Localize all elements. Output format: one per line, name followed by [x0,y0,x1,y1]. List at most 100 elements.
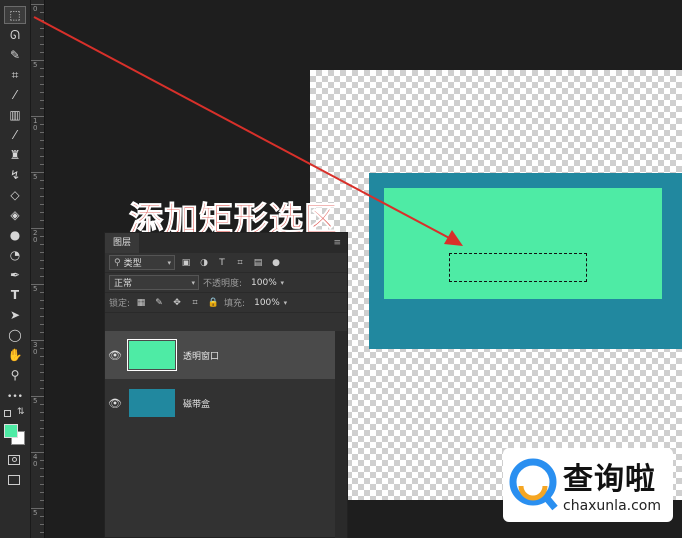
eraser-tool-button[interactable]: ◇ [4,186,26,204]
history-brush-tool-button[interactable]: ↯ [4,166,26,184]
visibility-eye-icon[interactable]: 👁 [105,349,125,362]
image-filter-icon[interactable]: ▣ [179,256,193,270]
type-tool-button[interactable]: T [4,286,26,304]
ruler-tick [40,36,44,37]
layer-row-cassette[interactable]: 👁 磁带盒 [105,379,337,427]
ruler-tick [40,532,44,533]
filter-kind-select[interactable]: ⚲ 类型 ▾ [109,255,175,270]
ruler-tick [40,268,44,269]
ruler-tick [40,132,44,133]
ruler-tick [40,148,44,149]
brush-tool-button[interactable]: ⁄ [4,126,26,144]
ruler-tick [40,236,44,237]
rect-marquee-tool-button[interactable]: ⬚ [4,6,26,24]
eyedropper-tool-button[interactable]: ⁄ [4,86,26,104]
healing-brush-tool-button[interactable]: ▥ [4,106,26,124]
path-select-tool-button[interactable]: ➤ [4,306,26,324]
ruler-number: 5 [33,285,38,293]
panel-menu-icon[interactable]: ≡ [333,238,341,248]
ruler-number: 5 [33,397,38,405]
lock-pixels-icon[interactable]: ✎ [152,296,166,310]
tab-layers[interactable]: 图层 [105,233,140,253]
screen-mode-icon[interactable] [8,475,20,485]
lasso-tool-button[interactable]: ᘏ [4,26,26,44]
lock-position-icon[interactable]: ✥ [170,296,184,310]
blend-mode-select[interactable]: 正常 ▾ [109,275,199,290]
opacity-input[interactable]: 100% ▾ [246,275,288,290]
ruler-tick [40,44,44,45]
quick-mask-icon[interactable] [8,455,20,465]
paint-bucket-icon: ◈ [10,208,20,222]
blur-tool-button[interactable]: ● [4,226,26,244]
ruler-tick [40,292,44,293]
layers-scrollbar[interactable] [335,331,347,538]
quick-select-icon: ✎ [9,48,21,62]
watermark-cn-text: 查询啦 [563,462,656,497]
type-filter-icon[interactable]: T [215,256,229,270]
shape-tool-button[interactable]: ◯ [4,326,26,344]
rect-selection-marquee[interactable] [449,253,587,282]
blend-mode-value: 正常 [114,279,133,289]
layer-row-transparent-window[interactable]: 👁 透明窗口 [105,331,337,379]
ruler-tick [40,316,44,317]
vertical-ruler: 0 5 1 0 5 2 0 5 3 0 5 4 0 5 [31,0,45,538]
zoom-tool-button[interactable]: ⚲ [4,366,26,384]
ruler-tick [40,20,44,21]
fill-input[interactable]: 100% ▾ [249,295,291,310]
ruler-tick [40,348,44,349]
ruler-tick [40,444,44,445]
filter-kind-value: 类型 [123,259,142,269]
quick-select-tool-button[interactable]: ✎ [4,46,26,64]
filter-row: ⚲ 类型 ▾ ▣ ◑ T ⌗ ▤ ● [105,253,347,273]
layers-panel: 图层 ≡ ⚲ 类型 ▾ ▣ ◑ T ⌗ ▤ ● 正常 ▾ 不透明度: 100% … [104,232,348,538]
ruler-tick [40,420,44,421]
ruler-tick [40,412,44,413]
swap-colors-icon[interactable]: ⇅ [17,407,25,417]
ruler-tick [40,372,44,373]
more-tools-button[interactable]: ••• [4,388,26,406]
crop-icon: ⌗ [11,68,19,82]
blur-icon: ● [9,228,21,242]
window-layer-shape[interactable] [384,188,662,299]
clone-stamp-tool-button[interactable]: ♜ [4,146,26,164]
paint-bucket-tool-button[interactable]: ◈ [4,206,26,224]
lock-artboard-icon[interactable]: ⌗ [188,296,202,310]
ruler-tick [40,252,44,253]
ruler-tick [40,428,44,429]
shape-filter-icon[interactable]: ⌗ [233,256,247,270]
ruler-tick [40,468,44,469]
ruler-tick [40,308,44,309]
default-colors-icon[interactable] [4,410,11,417]
filter-toggle-icon[interactable]: ● [269,256,283,270]
layer-name: 磁带盒 [183,399,211,410]
ruler-number: 1 0 [33,117,38,132]
hand-tool-button[interactable]: ✋ [4,346,26,364]
chevron-down-icon: ▾ [191,278,195,287]
lasso-icon: ᘏ [10,28,20,42]
ruler-tick [40,180,44,181]
foreground-color-swatch[interactable] [4,424,18,438]
ruler-number: 3 0 [33,341,38,356]
visibility-eye-icon[interactable]: 👁 [105,397,125,410]
ruler-tick [40,204,44,205]
layer-name: 透明窗口 [183,351,220,362]
pen-tool-button[interactable]: ✒ [4,266,26,284]
crop-tool-button[interactable]: ⌗ [4,66,26,84]
chevron-down-icon: ▾ [283,298,288,307]
ruler-tick [40,12,44,13]
ruler-tick [40,476,44,477]
ruler-tick [40,492,44,493]
ruler-number: 5 [33,173,38,181]
dodge-tool-button[interactable]: ◔ [4,246,26,264]
lock-all-icon[interactable]: 🔒 [206,296,220,310]
ruler-tick [40,140,44,141]
ruler-tick [40,484,44,485]
ruler-tick [40,276,44,277]
adjustment-filter-icon[interactable]: ◑ [197,256,211,270]
ruler-tick [40,196,44,197]
ruler-tick [40,76,44,77]
lock-transparency-icon[interactable]: ▦ [134,296,148,310]
ruler-tick [40,388,44,389]
smart-object-filter-icon[interactable]: ▤ [251,256,265,270]
ruler-number: 5 [33,61,38,69]
